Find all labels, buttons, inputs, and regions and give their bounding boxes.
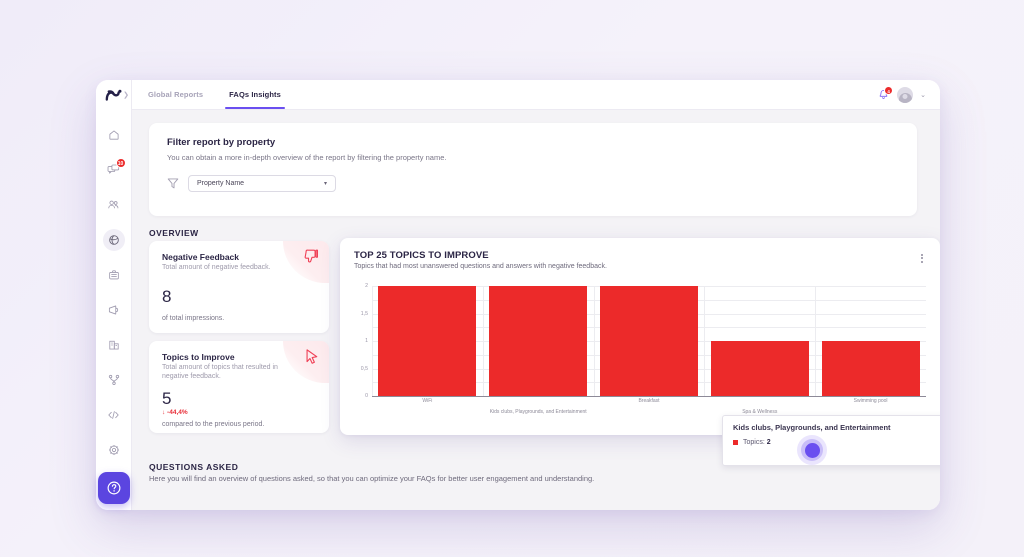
vertical-gridline (704, 286, 705, 396)
vertical-gridline (372, 286, 373, 396)
sidebar-inbox-badge: 10 (116, 158, 126, 168)
sidebar-item-campaigns[interactable] (103, 299, 125, 321)
kebab-dot (921, 254, 923, 256)
y-axis-tick-label: 0 (354, 393, 368, 399)
gridline (372, 396, 926, 397)
avatar-silhouette-icon (899, 93, 912, 103)
main-content: Filter report by property You can obtain… (132, 110, 940, 510)
chart-title: TOP 25 TOPICS TO IMPROVE (354, 250, 926, 261)
brand-logo[interactable]: ❯ (96, 80, 131, 110)
help-circle-icon (106, 480, 122, 496)
questions-asked-section-title: QUESTIONS ASKED (149, 462, 238, 472)
x-axis-tick-label: Breakfast (638, 398, 659, 404)
kpi-title: Negative Feedback (162, 252, 316, 262)
avatar[interactable] (897, 87, 913, 103)
vertical-gridline (815, 286, 816, 396)
chart-bar[interactable] (822, 341, 920, 396)
sidebar-item-properties[interactable] (103, 334, 125, 356)
chart-bars (372, 286, 926, 396)
y-axis-tick-label: 1,5 (354, 311, 368, 317)
chart-bar[interactable] (378, 286, 476, 396)
chart-panel: TOP 25 TOPICS TO IMPROVE Topics that had… (340, 238, 940, 435)
sidebar: ❯ 10 (96, 80, 132, 510)
top-bar: Global Reports FAQs Insights 4 ⌄ (132, 80, 940, 110)
filter-report-panel: Filter report by property You can obtain… (149, 123, 917, 216)
kpi-title: Topics to Improve (162, 352, 316, 362)
tab-global-reports[interactable]: Global Reports (148, 80, 203, 109)
cursor-pointer-indicator (797, 435, 827, 465)
sidebar-item-settings[interactable] (103, 439, 125, 461)
top-bar-actions: 4 ⌄ (876, 87, 926, 103)
app-window: ❯ 10 (96, 80, 940, 510)
notifications-button[interactable]: 4 (876, 88, 890, 102)
chart-bar[interactable] (600, 286, 698, 396)
briefcase-icon (108, 269, 120, 281)
x-axis-tick-label: Swimming pool (854, 398, 888, 404)
chevron-down-icon: ▾ (324, 180, 327, 187)
x-axis-tick-label: WiFi (422, 398, 432, 404)
property-name-select-value: Property Name (197, 180, 244, 187)
chart-bar[interactable] (711, 341, 809, 396)
questions-asked-subtitle: Here you will find an overview of questi… (149, 474, 594, 483)
hierarchy-icon (108, 374, 120, 386)
chart-bar[interactable] (489, 286, 587, 396)
sidebar-item-cases[interactable] (103, 264, 125, 286)
kpi-card-negative-feedback[interactable]: Negative Feedback Total amount of negati… (149, 241, 329, 333)
tab-bar: Global Reports FAQs Insights (148, 80, 281, 109)
x-axis-tick-label: Kids clubs, Playgrounds, and Entertainme… (490, 409, 587, 415)
tooltip-series-row: Topics: 2 (733, 439, 939, 446)
tooltip-series-text: Topics: 2 (743, 439, 771, 446)
vertical-gridline (483, 286, 484, 396)
code-icon (107, 409, 120, 421)
kpi-subtitle: Total amount of topics that resulted in … (162, 363, 286, 382)
sidebar-item-inbox[interactable]: 10 (103, 159, 125, 181)
help-button[interactable] (98, 472, 130, 504)
sidebar-item-home[interactable] (103, 124, 125, 146)
y-axis-tick-label: 2 (354, 283, 368, 289)
property-name-select[interactable]: Property Name ▾ (188, 175, 336, 192)
sidebar-item-workflows[interactable] (103, 369, 125, 391)
vertical-gridline (594, 286, 595, 396)
tooltip-color-swatch (733, 440, 738, 445)
kebab-dot (921, 257, 923, 259)
kpi-value: 5 (162, 390, 316, 407)
kpi-value: 8 (162, 288, 316, 305)
funnel-icon (167, 177, 179, 190)
overview-section-title: OVERVIEW (149, 228, 199, 238)
tab-faqs-insights[interactable]: FAQs Insights (229, 80, 281, 109)
bar-chart-plot: 0 0,5 1 1,5 2 (354, 286, 926, 396)
cursor-dot-core (805, 443, 820, 458)
filter-panel-title: Filter report by property (167, 137, 899, 148)
home-icon (108, 129, 120, 141)
y-axis-tick-label: 1 (354, 338, 368, 344)
kebab-dot (921, 261, 923, 263)
sidebar-expand-chevron-icon[interactable]: ❯ (123, 92, 129, 99)
notifications-badge: 4 (884, 86, 893, 95)
kpi-footer: of total impressions. (162, 314, 316, 324)
kpi-subtitle: Total amount of negative feedback. (162, 263, 286, 272)
brand-logo-icon (105, 89, 123, 102)
kpi-footer: compared to the previous period. (162, 420, 316, 430)
megaphone-icon (107, 304, 120, 316)
building-icon (108, 339, 120, 351)
sidebar-item-developers[interactable] (103, 404, 125, 426)
chart-tooltip: Kids clubs, Playgrounds, and Entertainme… (722, 415, 940, 466)
chart-subtitle: Topics that had most unanswered question… (354, 263, 926, 270)
users-icon (107, 199, 120, 211)
sidebar-item-insights[interactable] (103, 229, 125, 251)
kebab-menu-icon[interactable] (917, 251, 927, 265)
tooltip-title: Kids clubs, Playgrounds, and Entertainme… (733, 423, 939, 432)
kpi-card-topics-to-improve[interactable]: Topics to Improve Total amount of topics… (149, 341, 329, 433)
sidebar-nav: 10 (96, 110, 131, 461)
insights-globe-icon (108, 234, 120, 246)
gear-icon (108, 444, 120, 456)
y-axis-tick-label: 0,5 (354, 366, 368, 372)
filter-panel-subtitle: You can obtain a more in-depth overview … (167, 153, 899, 162)
kpi-delta: ↓ -44,4% (162, 409, 316, 416)
filter-controls-row: Property Name ▾ (167, 175, 899, 192)
chevron-down-icon[interactable]: ⌄ (920, 91, 926, 99)
sidebar-item-contacts[interactable] (103, 194, 125, 216)
